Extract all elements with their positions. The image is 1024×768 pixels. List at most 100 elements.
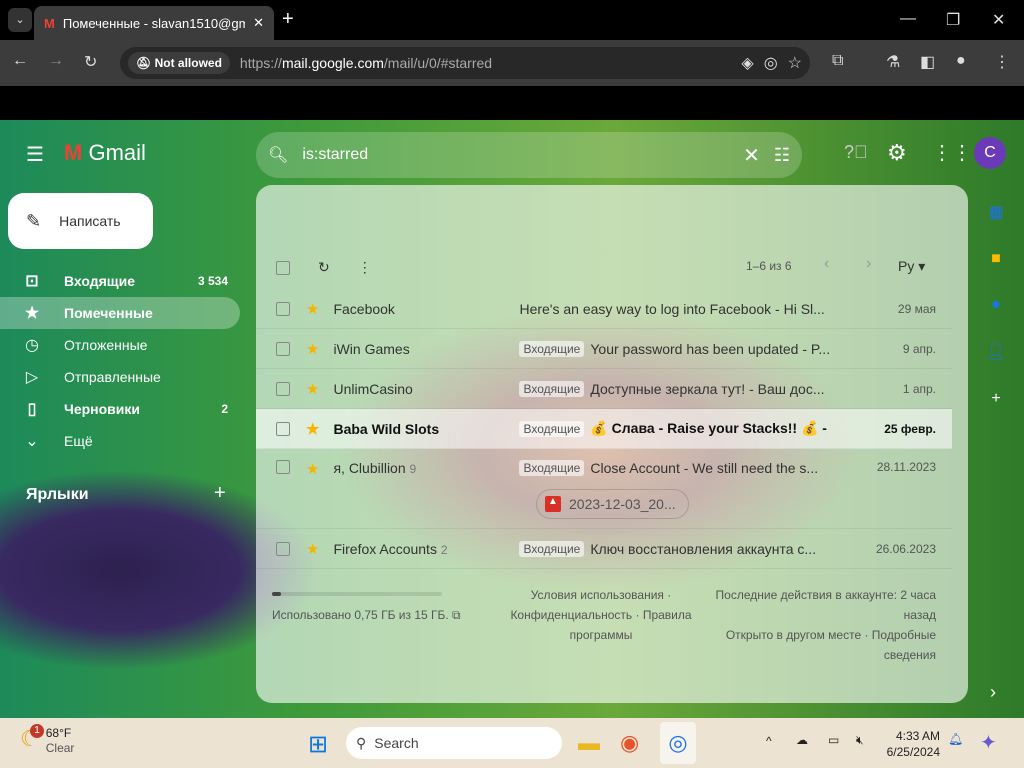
open-external-icon[interactable]: ⧉: [452, 608, 461, 622]
chrome-icon[interactable]: ◎: [660, 722, 696, 764]
refresh-icon[interactable]: ↻: [318, 259, 330, 276]
sidebar-item-3[interactable]: ▷ Отправленные: [0, 361, 240, 393]
email-sender: Facebook: [333, 301, 519, 317]
copilot-icon[interactable]: ✦: [980, 730, 997, 755]
notification-bell-icon[interactable]: 🔔︎: [948, 732, 963, 746]
volume-muted-icon[interactable]: 🔇︎: [856, 733, 864, 748]
file-explorer-icon[interactable]: ▬: [578, 730, 600, 756]
email-row[interactable]: ★ iWin Games Входящие Your password has be…: [256, 329, 952, 369]
terms-link[interactable]: Условия использования ·: [506, 585, 696, 605]
clock[interactable]: 4:33 AM 6/25/2024: [880, 728, 940, 760]
row-checkbox[interactable]: [276, 381, 290, 396]
contacts-icon[interactable]: 👤︎: [986, 342, 1006, 362]
settings-gear-icon[interactable]: ⚙: [887, 140, 907, 166]
inbox-label-chip[interactable]: Входящие: [519, 420, 585, 437]
calendar-icon[interactable]: ▦: [988, 202, 1003, 222]
star-icon[interactable]: ★: [306, 460, 319, 478]
show-hidden-icons[interactable]: ^: [766, 734, 772, 748]
next-page-icon[interactable]: ›: [866, 255, 871, 273]
reload-icon[interactable]: ↻: [84, 52, 97, 72]
more-options-icon[interactable]: ⋮: [358, 259, 372, 276]
email-row[interactable]: ★ UnlimCasino Входящие Доступные зеркала т…: [256, 369, 952, 409]
row-checkbox[interactable]: [276, 301, 290, 316]
inbox-label-chip[interactable]: Входящие: [519, 460, 585, 476]
gmail-logo[interactable]: M Gmail: [64, 140, 146, 166]
display-icon[interactable]: ▭: [828, 733, 839, 747]
minimize-button[interactable]: —: [900, 10, 916, 28]
new-tab-button[interactable]: +: [282, 8, 294, 31]
inbox-label-chip[interactable]: Входящие: [519, 340, 585, 357]
email-row[interactable]: ★ Facebook Here's an easy way to log into…: [256, 289, 952, 329]
clear-search-icon[interactable]: ✕: [743, 143, 760, 168]
sidebar-item-1[interactable]: ★ Помеченные: [0, 297, 240, 329]
keep-icon[interactable]: ■: [991, 250, 1001, 268]
search-bar[interactable]: 🔍︎ is:starred ✕ ☷: [256, 132, 802, 178]
labs-icon[interactable]: ⚗: [886, 52, 900, 72]
close-tab-icon[interactable]: ✕: [253, 15, 264, 31]
add-addon-icon[interactable]: +: [991, 390, 1000, 408]
restore-button[interactable]: ❐: [946, 10, 960, 30]
row-checkbox[interactable]: [276, 541, 290, 556]
star-icon[interactable]: ★: [306, 420, 319, 438]
weather-widget[interactable]: ☾ 1 68°F Clear: [20, 724, 74, 756]
help-icon[interactable]: ?⃝: [844, 142, 868, 163]
privacy-link[interactable]: Конфиденциальность · Правила программы: [506, 605, 696, 645]
expand-side-panel-icon[interactable]: ›: [990, 682, 996, 703]
account-avatar[interactable]: C: [974, 137, 1006, 169]
compose-button[interactable]: ✎ Написать: [8, 193, 153, 249]
start-icon[interactable]: ⊞: [308, 730, 328, 759]
sidebar-item-5[interactable]: ⌄ Ещё: [0, 425, 240, 457]
email-row[interactable]: ★ Baba Wild Slots Входящие 💰 Слава - Raise…: [256, 409, 952, 449]
bookmark-star-icon[interactable]: ☆: [788, 53, 802, 73]
tab-search-button[interactable]: ⌄: [8, 8, 32, 32]
sidebar-item-label: Отложенные: [64, 337, 148, 353]
add-label-icon[interactable]: +: [214, 482, 226, 505]
star-icon[interactable]: ★: [306, 300, 319, 318]
tab-gmail[interactable]: M Помеченные - slavan1510@gmail.com ✕: [34, 6, 274, 40]
url-path: /mail/u/0/#starred: [383, 55, 493, 71]
star-icon[interactable]: ★: [306, 540, 319, 558]
close-window-button[interactable]: ✕: [992, 10, 1005, 30]
attachment-chip[interactable]: ▲ 2023-12-03_20...: [536, 489, 689, 519]
main-menu-icon[interactable]: ☰: [26, 142, 44, 167]
url-prefix: https://: [239, 55, 282, 71]
email-row[interactable]: ★ Firefox Accounts 2 Входящие Ключ восстано…: [256, 529, 952, 569]
onedrive-icon[interactable]: ☁: [796, 733, 808, 747]
sidebar-item-2[interactable]: ◷ Отложенные: [0, 329, 240, 361]
inbox-label-chip[interactable]: Входящие: [519, 540, 585, 557]
tracking-eye-icon[interactable]: ◎: [764, 53, 778, 73]
apps-grid-icon[interactable]: ⋮⋮: [932, 140, 972, 165]
clock-icon: ◷: [25, 337, 39, 354]
search-options-icon[interactable]: ☷: [774, 145, 790, 166]
menu-icon[interactable]: ⋮: [994, 52, 1010, 72]
email-subject: 💰 Слава - Raise your Stacks!! 💰 -: [590, 420, 827, 436]
firefox-icon[interactable]: ◉: [620, 730, 639, 756]
row-checkbox[interactable]: [276, 421, 290, 436]
back-icon[interactable]: ←: [12, 52, 28, 70]
forward-icon[interactable]: →: [48, 52, 64, 70]
profile-icon[interactable]: ●: [956, 52, 966, 70]
side-panel-icon[interactable]: ◧: [920, 52, 935, 72]
inbox-label-chip[interactable]: Входящие: [519, 380, 585, 397]
storage-text[interactable]: Использовано 0,75 ГБ из 15 ГБ. ⧉: [272, 605, 461, 625]
install-icon[interactable]: ◈: [741, 53, 753, 73]
email-row[interactable]: ★ я, Clubillion 9 Входящие Close Account - …: [256, 449, 952, 529]
extensions-icon[interactable]: ⧉: [832, 52, 843, 70]
row-checkbox[interactable]: [276, 341, 290, 356]
star-icon[interactable]: ★: [306, 340, 319, 358]
sidebar-item-0[interactable]: ⊡ Входящие 3 534: [0, 265, 240, 297]
pagination-text: 1–6 из 6: [746, 259, 792, 273]
sidebar-item-4[interactable]: ▯ Черновики 2: [0, 393, 240, 425]
tasks-icon[interactable]: ●: [991, 296, 1001, 314]
select-all-checkbox[interactable]: [276, 260, 290, 275]
taskbar-search[interactable]: ⚲ Search: [346, 727, 562, 759]
search-input[interactable]: is:starred: [302, 146, 729, 164]
permission-chip[interactable]: 🔕︎ Not allowed: [128, 52, 230, 74]
row-checkbox[interactable]: [276, 460, 290, 474]
star-icon[interactable]: ★: [306, 380, 319, 398]
search-icon[interactable]: 🔍︎: [268, 145, 288, 165]
address-bar[interactable]: 🔕︎ Not allowed https://mail.google.com/m…: [120, 47, 810, 79]
prev-page-icon[interactable]: ‹: [824, 255, 829, 273]
input-language-button[interactable]: Ру ▾: [898, 258, 925, 275]
details-link[interactable]: Открыто в другом месте · Подробные сведе…: [712, 625, 936, 665]
